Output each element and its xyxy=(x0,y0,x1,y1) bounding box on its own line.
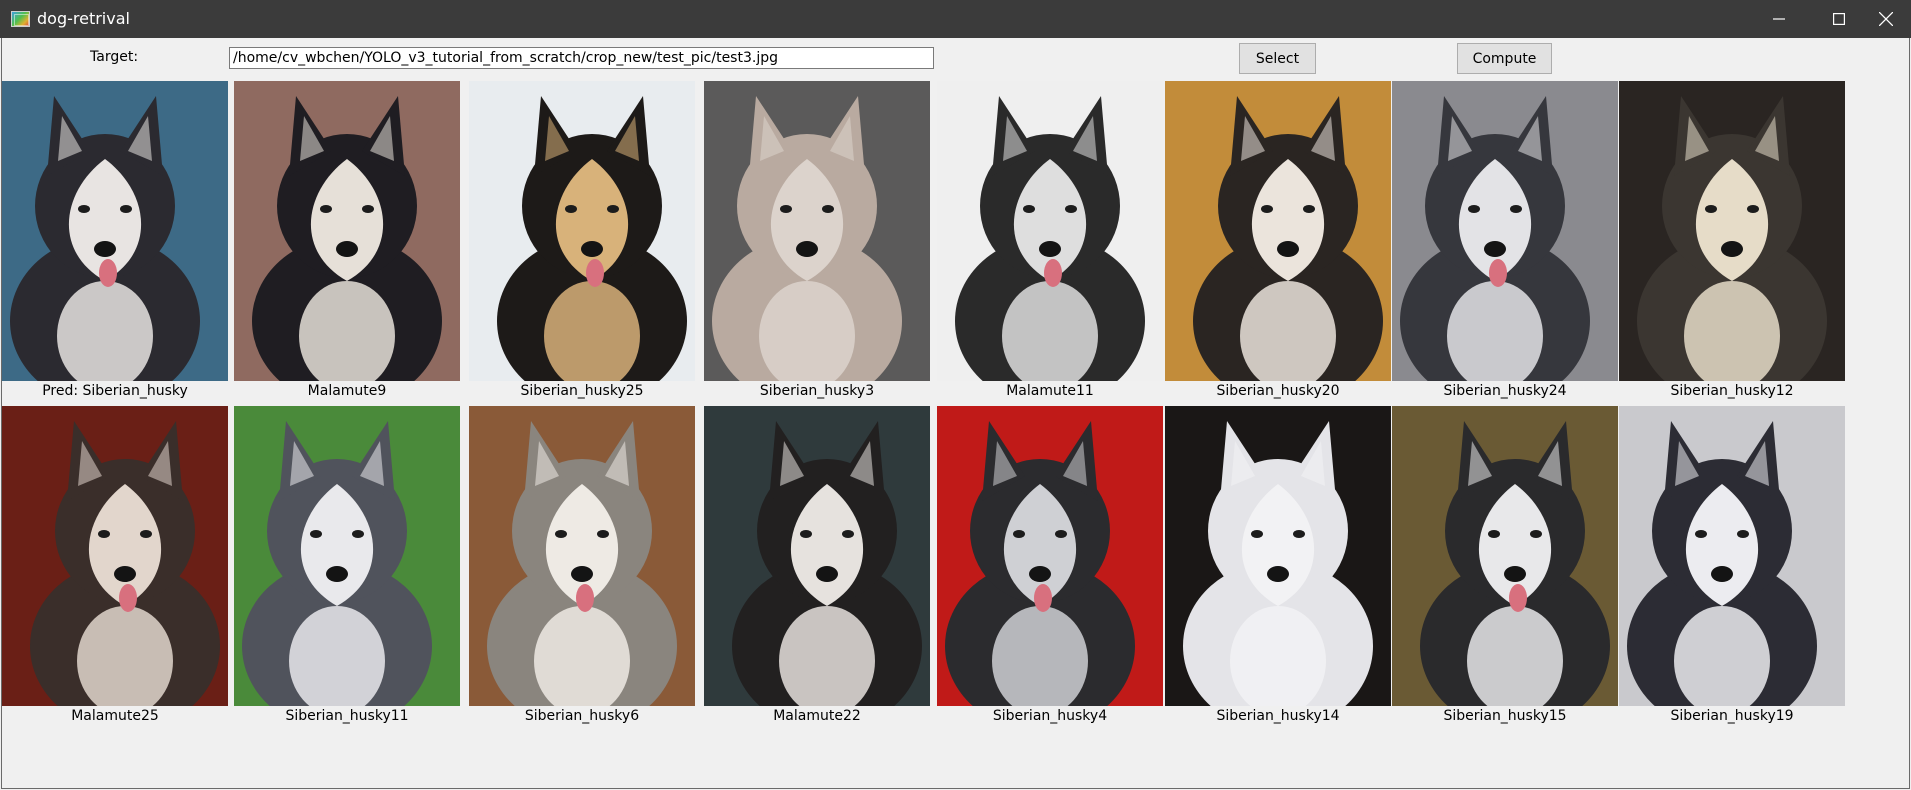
result-caption: Siberian_husky12 xyxy=(1670,383,1794,399)
minimize-button[interactable] xyxy=(1749,0,1809,38)
result-caption: Siberian_husky24 xyxy=(1443,383,1567,399)
result-thumbnail xyxy=(1165,81,1391,381)
result-caption: Siberian_husky15 xyxy=(1443,708,1567,724)
result-thumbnail xyxy=(234,81,460,381)
close-icon xyxy=(1878,12,1893,26)
window-title: dog-retrival xyxy=(37,9,130,28)
result-thumbnail xyxy=(937,406,1163,706)
result-thumbnail xyxy=(2,406,228,706)
result-caption: Siberian_husky25 xyxy=(520,383,644,399)
result-caption: Siberian_husky14 xyxy=(1216,708,1340,724)
result-caption: Malamute22 xyxy=(773,708,861,724)
result-caption: Siberian_husky19 xyxy=(1670,708,1794,724)
result-caption: Pred: Siberian_husky xyxy=(42,383,188,399)
result-thumbnail xyxy=(469,81,695,381)
result-caption: Malamute11 xyxy=(1006,383,1094,399)
result-thumbnail xyxy=(2,81,228,381)
result-caption: Siberian_husky11 xyxy=(285,708,409,724)
result-thumbnail xyxy=(937,81,1163,381)
result-thumbnail xyxy=(704,81,930,381)
minimize-icon xyxy=(1773,18,1785,20)
target-label: Target: xyxy=(90,49,139,65)
target-path-input[interactable] xyxy=(229,47,934,69)
result-caption: Siberian_husky3 xyxy=(759,383,875,399)
result-caption: Siberian_husky20 xyxy=(1216,383,1340,399)
result-thumbnail xyxy=(1619,406,1845,706)
maximize-icon xyxy=(1833,13,1845,25)
compute-button[interactable]: Compute xyxy=(1457,43,1552,74)
result-caption: Malamute25 xyxy=(71,708,159,724)
result-thumbnail xyxy=(469,406,695,706)
close-button[interactable] xyxy=(1860,0,1911,38)
result-caption: Siberian_husky6 xyxy=(524,708,640,724)
title-bar: dog-retrival xyxy=(0,0,1911,38)
result-thumbnail xyxy=(1165,406,1391,706)
result-thumbnail xyxy=(1392,406,1618,706)
select-button[interactable]: Select xyxy=(1239,43,1316,74)
result-thumbnail xyxy=(1619,81,1845,381)
result-thumbnail xyxy=(1392,81,1618,381)
result-caption: Malamute9 xyxy=(307,383,387,399)
result-thumbnail xyxy=(234,406,460,706)
result-thumbnail xyxy=(704,406,930,706)
result-caption: Siberian_husky4 xyxy=(992,708,1108,724)
app-icon xyxy=(11,11,30,27)
